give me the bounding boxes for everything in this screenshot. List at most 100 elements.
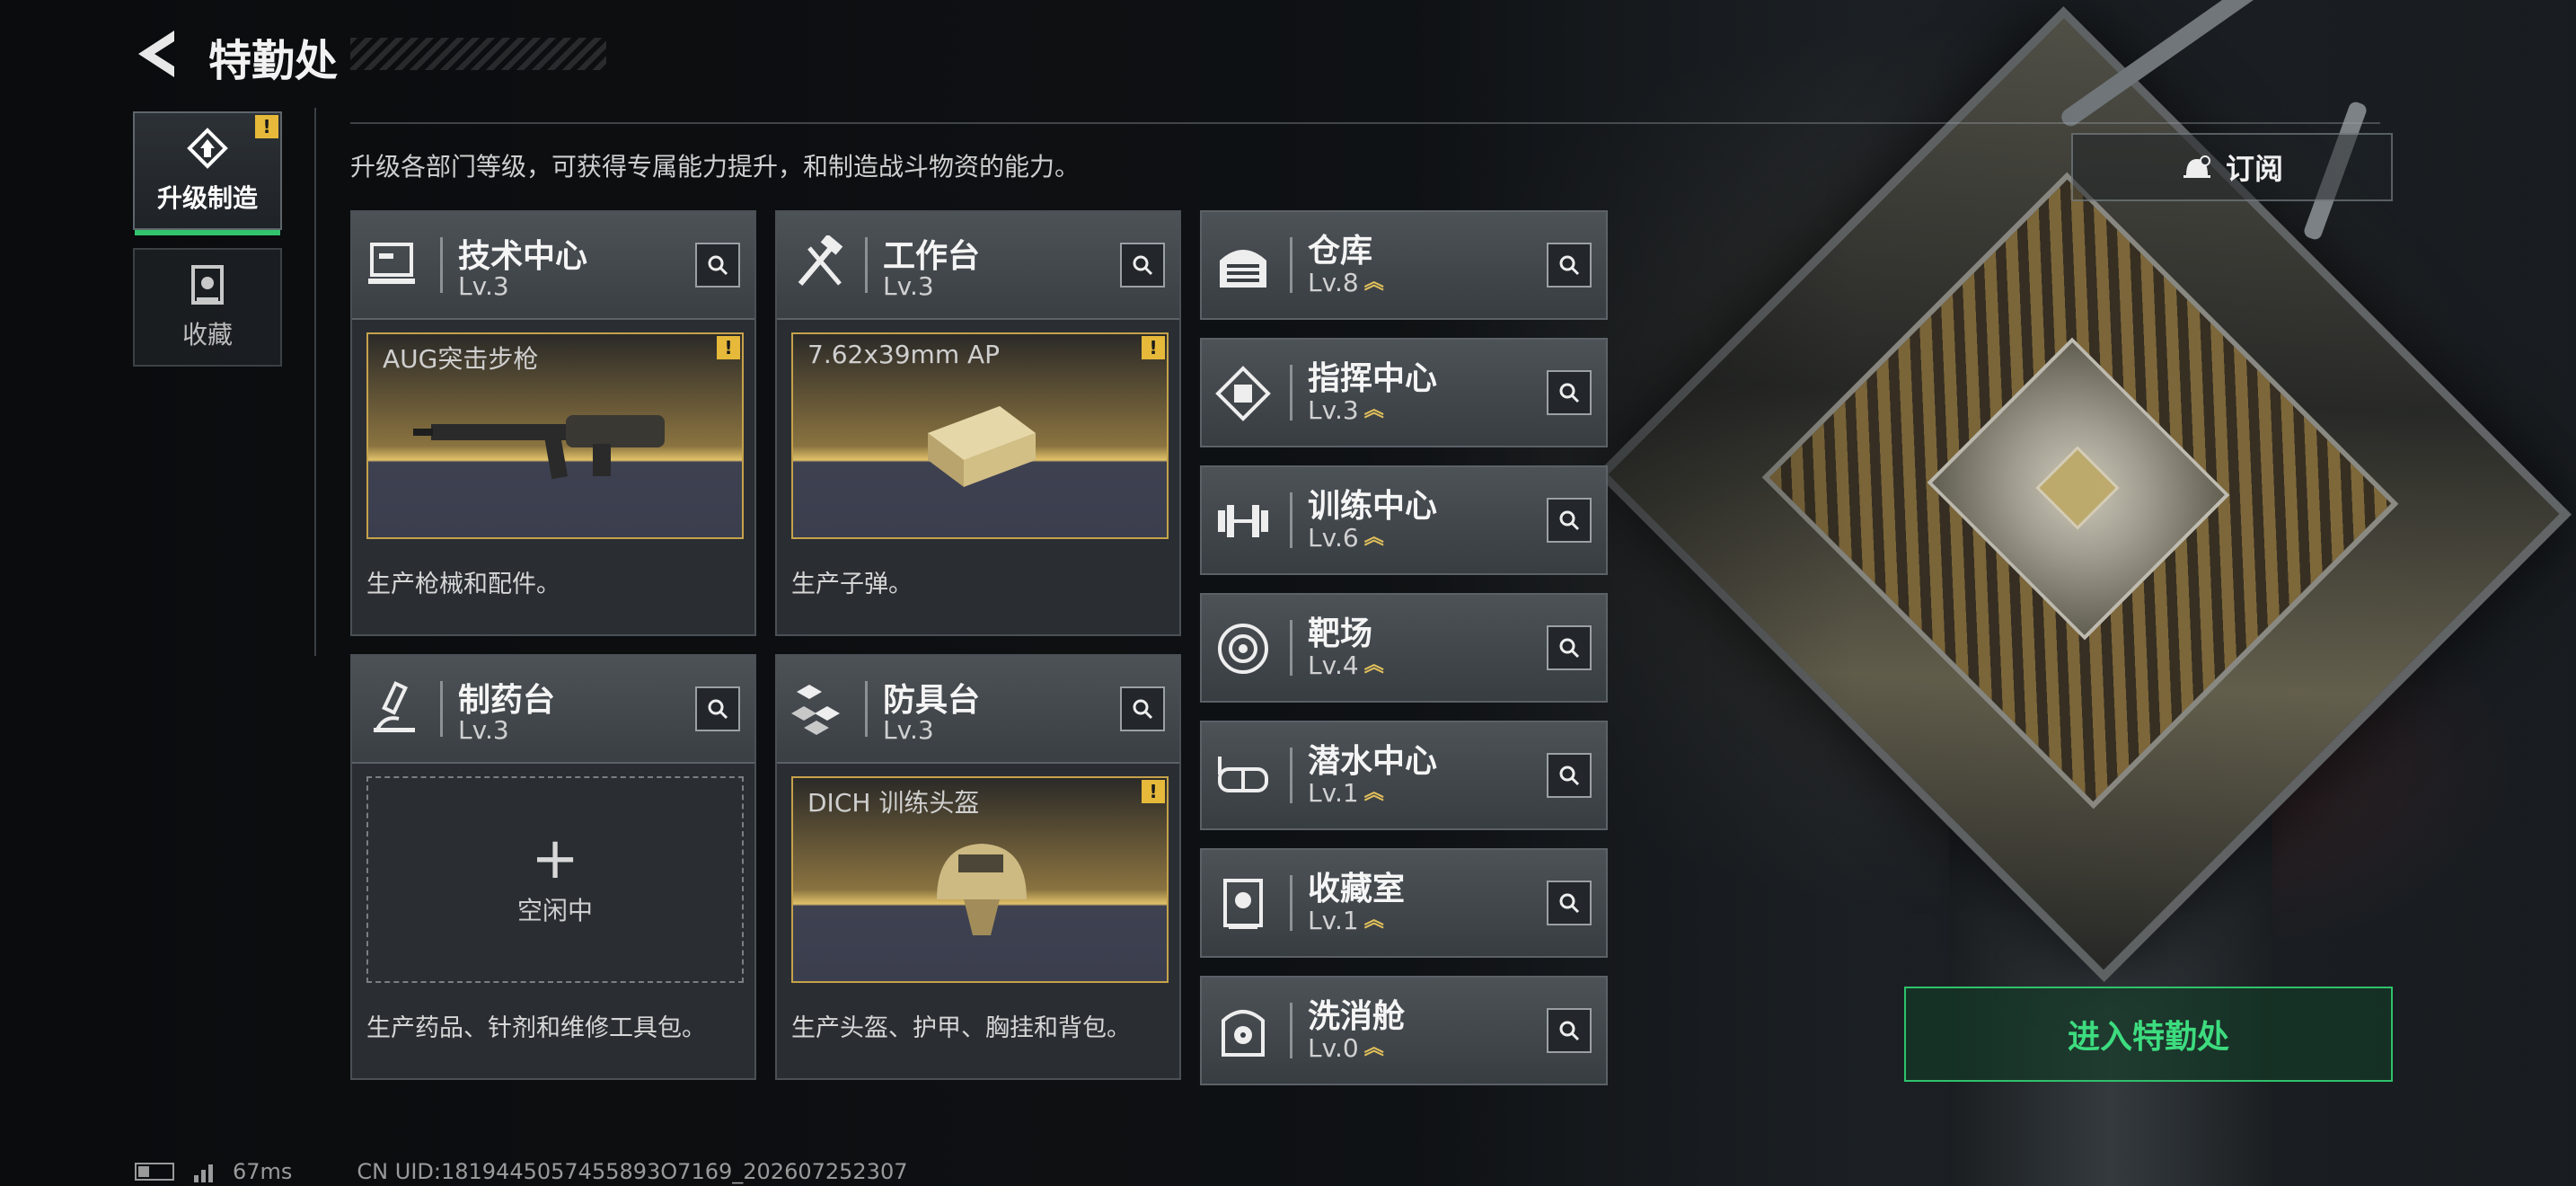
facility-header: 制药台 Lv.3 [352, 656, 754, 764]
facility-body: + 空闲中 生产药品、针剂和维修工具包。 [352, 764, 754, 1078]
alert-badge: ! [1142, 336, 1165, 359]
divider-vertical [314, 108, 316, 656]
facility-level-row: Lv.1 ︽ [1308, 906, 1384, 935]
facility-description: 生产子弹。 [791, 571, 913, 598]
facility-level-row: Lv.8 ︽ [1308, 268, 1384, 297]
inspect-button[interactable] [1547, 243, 1592, 288]
page-description: 升级各部门等级，可获得专属能力提升，和制造战斗物资的能力。 [350, 152, 1081, 181]
nav-tab-upgrade-craft[interactable]: 升级制造 ! [133, 111, 282, 235]
subscribe-label: 订阅 [2225, 152, 2283, 186]
nav-label-collection: 收藏 [181, 320, 233, 350]
facility-name: 指挥中心 [1308, 360, 1438, 397]
facility-card-armor-bench[interactable]: 防具台 Lv.3 DICH 训练头盔 ! 生产头盔、护甲、胸挂和背包。 [775, 654, 1181, 1080]
facility-card-collection-room[interactable]: 收藏室 Lv.1 ︽ [1200, 848, 1608, 958]
facility-level: Lv.6 [1308, 523, 1359, 553]
inspect-button[interactable] [1547, 370, 1592, 415]
facility-card-diving-center[interactable]: 潜水中心 Lv.1 ︽ [1200, 721, 1608, 830]
header-separator [1290, 1003, 1292, 1058]
workbench-icon [798, 235, 843, 286]
rifle-icon [413, 415, 665, 480]
production-slot-empty[interactable]: + 空闲中 [366, 776, 744, 983]
facility-level: Lv.3 [883, 715, 934, 745]
pharmacy-icon [374, 681, 415, 732]
search-icon [708, 255, 728, 276]
command-center-icon [1215, 366, 1271, 421]
inspect-button[interactable] [1120, 243, 1165, 288]
facility-name: 制药台 [458, 682, 556, 719]
subscribe-bell-icon [2183, 155, 2210, 178]
upgrade-available-icon: ︽ [1363, 781, 1384, 804]
back-arrow-icon[interactable] [135, 27, 180, 81]
slot-item-name: 7.62x39mm AP [807, 340, 1001, 369]
page-title: 特勤处 [208, 36, 339, 86]
ping-readout: 67ms [233, 1159, 293, 1184]
facility-name: 仓库 [1308, 233, 1373, 270]
production-slot[interactable]: DICH 训练头盔 ! [791, 776, 1169, 983]
facility-level-row: Lv.3 ︽ [1308, 395, 1384, 425]
facility-level: Lv.3 [458, 271, 509, 301]
status-bar: 67ms CN UID:1819445057455893O7169_202607… [135, 1159, 908, 1184]
subscribe-button[interactable]: 订阅 [2071, 133, 2393, 201]
upgrade-craft-icon [187, 128, 228, 169]
facility-card-pharmacy[interactable]: 制药台 Lv.3 + 空闲中 生产药品、针剂和维修工具包。 [350, 654, 756, 1080]
header-separator [1290, 492, 1292, 548]
add-production-icon: + [531, 826, 579, 892]
nav-label-upgrade-craft: 升级制造 [156, 183, 258, 213]
facility-description: 生产药品、针剂和维修工具包。 [366, 1014, 706, 1042]
diving-center-icon [1218, 757, 1268, 792]
inspect-button[interactable] [1547, 881, 1592, 925]
alert-badge: ! [717, 336, 740, 359]
production-slot[interactable]: AUG突击步枪 ! [366, 332, 744, 539]
inspect-button[interactable] [695, 686, 740, 731]
ammo-box-icon [928, 406, 1036, 487]
facility-card-shooting-range[interactable]: 靶场 Lv.4 ︽ [1200, 593, 1608, 703]
user-uid: CN UID:1819445057455893O7169_20260725230… [357, 1159, 908, 1184]
armor-bench-icon [791, 685, 840, 735]
facility-card-command-center[interactable]: 指挥中心 Lv.3 ︽ [1200, 338, 1608, 447]
inspect-button[interactable] [1120, 686, 1165, 731]
search-icon [1133, 255, 1153, 276]
nav-tab-collection[interactable]: 收藏 [133, 248, 282, 367]
facility-level: Lv.0 [1308, 1033, 1359, 1063]
inspect-button[interactable] [1547, 1008, 1592, 1053]
facility-name: 收藏室 [1308, 871, 1406, 907]
facility-card-workbench[interactable]: 工作台 Lv.3 7.62x39mm AP ! 生产子弹。 [775, 210, 1181, 636]
facility-card-decon-chamber[interactable]: 洗消舱 Lv.0 ︽ [1200, 976, 1608, 1085]
inspect-button[interactable] [695, 243, 740, 288]
enter-special-ops-button[interactable]: 进入特勤处 [1904, 987, 2393, 1082]
search-icon [1133, 699, 1153, 720]
search-icon [1559, 510, 1580, 531]
inspect-button[interactable] [1547, 498, 1592, 543]
signal-icon [194, 1161, 213, 1182]
facility-level: Lv.1 [1308, 778, 1359, 808]
facility-card-tech-center[interactable]: 技术中心 Lv.3 AUG突击步枪 ! 生产枪械和配件。 [350, 210, 756, 636]
facility-level: Lv.3 [458, 715, 509, 745]
facility-description: 生产头盔、护甲、胸挂和背包。 [791, 1014, 1131, 1042]
facility-level: Lv.3 [883, 271, 934, 301]
facility-header: 防具台 Lv.3 [777, 656, 1179, 764]
upgrade-available-icon: ︽ [1363, 270, 1384, 294]
facility-header: 工作台 Lv.3 [777, 212, 1179, 320]
facility-card-training-center[interactable]: 训练中心 Lv.6 ︽ [1200, 465, 1608, 575]
facility-level-row: Lv.0 ︽ [1308, 1033, 1384, 1063]
facility-name: 工作台 [883, 238, 981, 275]
slot-item-name: DICH 训练头盔 [807, 788, 980, 818]
upgrade-available-icon: ︽ [1363, 398, 1384, 421]
facility-level-row: Lv.6 ︽ [1308, 523, 1384, 553]
facility-level-row: Lv.1 ︽ [1308, 778, 1384, 808]
facility-level: Lv.1 [1308, 906, 1359, 935]
search-icon [1559, 893, 1580, 914]
facility-description: 生产枪械和配件。 [366, 571, 560, 598]
facility-level-row: Lv.4 ︽ [1308, 651, 1384, 680]
production-slot[interactable]: 7.62x39mm AP ! [791, 332, 1169, 539]
header-separator [865, 681, 868, 737]
inspect-button[interactable] [1547, 625, 1592, 670]
helmet-icon [937, 844, 1027, 935]
header-separator [1290, 748, 1292, 803]
alert-badge: ! [1142, 780, 1165, 803]
search-icon [1559, 638, 1580, 659]
search-icon [1559, 383, 1580, 403]
slot-idle-label: 空闲中 [516, 896, 593, 925]
facility-card-warehouse[interactable]: 仓库 Lv.8 ︽ [1200, 210, 1608, 320]
inspect-button[interactable] [1547, 753, 1592, 798]
